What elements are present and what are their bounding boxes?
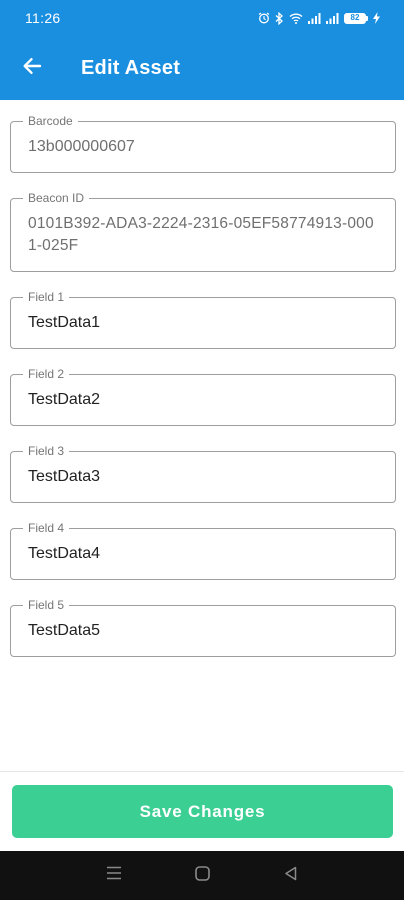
system-nav-bar — [0, 851, 404, 900]
bluetooth-icon — [275, 11, 284, 25]
beacon-id-label: Beacon ID — [23, 191, 90, 205]
app-bar: Edit Asset — [0, 36, 404, 100]
barcode-field[interactable]: Barcode 13b000000607 — [10, 114, 396, 173]
field-3-input[interactable]: Field 3 TestData3 — [10, 444, 396, 503]
beacon-id-value: 0101B392-ADA3-2224-2316-05EF58774913-000… — [28, 215, 374, 254]
page-title: Edit Asset — [81, 56, 181, 79]
charging-bolt-icon — [373, 12, 380, 24]
field-4-input[interactable]: Field 4 TestData4 — [10, 521, 396, 580]
battery-icon: 82 — [344, 12, 368, 24]
nav-back-button[interactable] — [270, 856, 310, 896]
nav-home-button[interactable] — [182, 856, 222, 896]
field-5-label: Field 5 — [23, 598, 70, 612]
field-2-label: Field 2 — [23, 367, 70, 381]
menu-lines-icon — [106, 866, 122, 885]
field-1-input[interactable]: Field 1 TestData1 — [10, 290, 396, 349]
signal-icon — [308, 12, 321, 24]
field-4-label: Field 4 — [23, 521, 70, 535]
bottom-divider — [0, 771, 404, 772]
field-3-label: Field 3 — [23, 444, 70, 458]
field-2-value: TestData2 — [28, 391, 101, 408]
field-3-value: TestData3 — [28, 468, 101, 485]
save-changes-button[interactable]: Save Changes — [12, 785, 393, 838]
barcode-value: 13b000000607 — [28, 138, 135, 155]
status-bar: 11:26 82 — [0, 0, 404, 36]
back-button[interactable] — [0, 36, 64, 100]
field-2-input[interactable]: Field 2 TestData2 — [10, 367, 396, 426]
field-4-value: TestData4 — [28, 545, 101, 562]
beacon-id-field[interactable]: Beacon ID 0101B392-ADA3-2224-2316-05EF58… — [10, 191, 396, 272]
field-1-label: Field 1 — [23, 290, 70, 304]
signal-icon — [326, 12, 339, 24]
edit-asset-form: Barcode 13b000000607 Beacon ID 0101B392-… — [10, 114, 396, 682]
field-5-value: TestData5 — [28, 622, 101, 639]
barcode-label: Barcode — [23, 114, 78, 128]
square-home-icon — [194, 865, 210, 886]
status-time: 11:26 — [25, 10, 61, 26]
status-icons: 82 — [258, 11, 380, 25]
arrow-left-icon — [22, 56, 42, 81]
battery-level: 82 — [344, 12, 366, 24]
field-5-input[interactable]: Field 5 TestData5 — [10, 598, 396, 657]
alarm-icon — [258, 12, 270, 24]
nav-menu-button[interactable] — [94, 856, 134, 896]
field-1-value: TestData1 — [28, 314, 101, 331]
triangle-back-icon — [284, 866, 297, 886]
wifi-icon — [289, 13, 303, 24]
